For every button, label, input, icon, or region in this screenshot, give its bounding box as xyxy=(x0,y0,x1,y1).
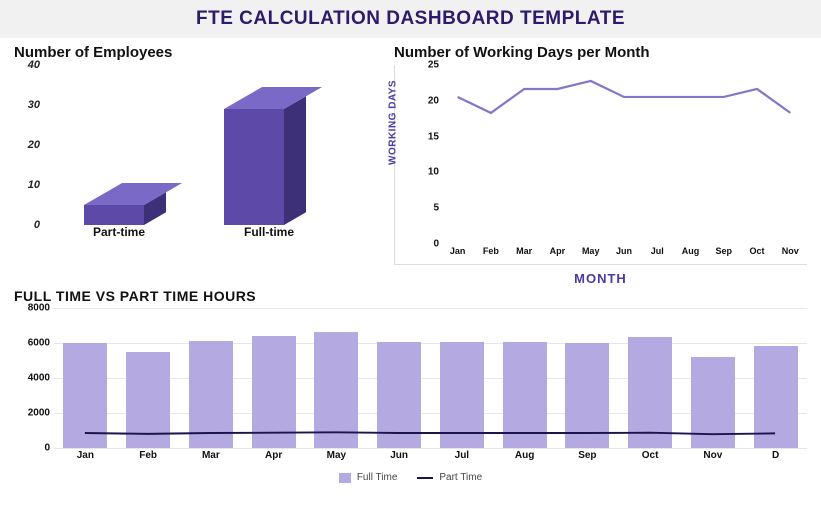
bar-col xyxy=(431,308,494,448)
y-tick: 25 xyxy=(428,60,439,71)
y-tick: 2000 xyxy=(28,408,50,419)
x-label: Jul xyxy=(431,450,494,468)
month-axis-label: MONTH xyxy=(394,271,807,286)
full-time-bar xyxy=(63,343,107,448)
x-label: Nov xyxy=(774,246,807,262)
x-label: Sep xyxy=(707,246,740,262)
x-label: May xyxy=(305,450,368,468)
bar-col xyxy=(556,308,619,448)
full-time-bar xyxy=(252,336,296,448)
bar-col xyxy=(368,308,431,448)
x-label: Sep xyxy=(556,450,619,468)
x-label: Mar xyxy=(180,450,243,468)
page-title: FTE CALCULATION DASHBOARD TEMPLATE xyxy=(0,8,821,30)
bar-col xyxy=(242,308,305,448)
x-label: Oct xyxy=(740,246,773,262)
x-label: Aug xyxy=(674,246,707,262)
y-tick: 30 xyxy=(28,99,40,111)
x-label: Feb xyxy=(117,450,180,468)
full-time-bar xyxy=(314,332,358,448)
x-label: Aug xyxy=(493,450,556,468)
bar-col xyxy=(682,308,745,448)
employees-x-labels: Part-time Full-time xyxy=(44,225,384,255)
working-days-panel: Number of Working Days per Month WORKING… xyxy=(394,44,807,286)
full-time-bar xyxy=(754,346,798,448)
legend-swatch-bar xyxy=(339,473,351,483)
employees-panel: Number of Employees 40 30 20 10 0 xyxy=(14,44,384,286)
full-time-bar xyxy=(377,342,421,448)
x-label: Jul xyxy=(641,246,674,262)
y-tick: 4000 xyxy=(28,373,50,384)
y-tick: 0 xyxy=(34,219,40,231)
legend-part-time: Part Time xyxy=(417,472,482,483)
working-days-chart: WORKING DAYS 25 20 15 10 5 0 Jan Feb Mar… xyxy=(394,65,807,265)
hours-y-axis: 8000 6000 4000 2000 0 xyxy=(14,308,54,448)
y-tick: 6000 xyxy=(28,338,50,349)
working-days-line xyxy=(441,65,807,265)
working-days-y-label: WORKING DAYS xyxy=(388,79,399,164)
top-row: Number of Employees 40 30 20 10 0 xyxy=(0,38,821,286)
y-tick: 15 xyxy=(428,131,439,142)
full-time-bar xyxy=(503,342,547,448)
x-label: D xyxy=(744,450,807,468)
full-time-bar xyxy=(126,352,170,448)
employees-y-axis: 40 30 20 10 0 xyxy=(14,65,44,225)
x-label: Oct xyxy=(619,450,682,468)
bar-col xyxy=(744,308,807,448)
legend-swatch-line xyxy=(417,477,433,479)
legend-label: Part Time xyxy=(439,472,482,483)
hours-bars xyxy=(54,308,807,448)
legend-label: Full Time xyxy=(357,472,398,483)
y-tick: 10 xyxy=(428,167,439,178)
x-label: Jan xyxy=(441,246,474,262)
full-time-bar xyxy=(691,357,735,448)
employees-chart: 40 30 20 10 0 xyxy=(14,65,384,255)
full-time-bar xyxy=(628,337,672,448)
bar-col xyxy=(117,308,180,448)
legend-full-time: Full Time xyxy=(339,472,398,483)
hours-x-labels: Jan Feb Mar Apr May Jun Jul Aug Sep Oct … xyxy=(54,450,807,468)
y-tick: 20 xyxy=(28,139,40,151)
x-label: Full-time xyxy=(194,225,344,255)
x-label: May xyxy=(574,246,607,262)
bar-col xyxy=(54,308,117,448)
x-label: Jan xyxy=(54,450,117,468)
x-label: Apr xyxy=(541,246,574,262)
x-label: Part-time xyxy=(44,225,194,255)
working-days-x-labels: Jan Feb Mar Apr May Jun Jul Aug Sep Oct … xyxy=(441,246,807,262)
hours-panel: FULL TIME VS PART TIME HOURS 8000 6000 4… xyxy=(0,286,821,483)
employees-title: Number of Employees xyxy=(14,44,384,61)
y-tick: 10 xyxy=(28,179,40,191)
y-tick: 5 xyxy=(433,203,439,214)
y-tick: 40 xyxy=(28,59,40,71)
y-tick: 0 xyxy=(44,443,50,454)
x-label: Jun xyxy=(368,450,431,468)
full-time-bar xyxy=(565,343,609,448)
working-days-y-axis: 25 20 15 10 5 0 xyxy=(411,65,441,244)
bar-col xyxy=(493,308,556,448)
employees-plot xyxy=(44,65,384,225)
x-label: Feb xyxy=(474,246,507,262)
bar-col xyxy=(305,308,368,448)
full-time-bar xyxy=(189,341,233,448)
bar-col xyxy=(180,308,243,448)
x-label: Jun xyxy=(607,246,640,262)
bar-col xyxy=(619,308,682,448)
x-label: Apr xyxy=(242,450,305,468)
x-label: Nov xyxy=(682,450,745,468)
hours-title: FULL TIME VS PART TIME HOURS xyxy=(14,288,807,304)
y-tick: 8000 xyxy=(28,303,50,314)
working-days-title: Number of Working Days per Month xyxy=(394,44,807,61)
header-bar: FTE CALCULATION DASHBOARD TEMPLATE xyxy=(0,0,821,38)
full-time-bar xyxy=(440,342,484,448)
hours-legend: Full Time Part Time xyxy=(14,472,807,483)
y-tick: 0 xyxy=(433,239,439,250)
x-label: Mar xyxy=(508,246,541,262)
y-tick: 20 xyxy=(428,95,439,106)
hours-chart: 8000 6000 4000 2000 0 Jan xyxy=(14,308,807,468)
